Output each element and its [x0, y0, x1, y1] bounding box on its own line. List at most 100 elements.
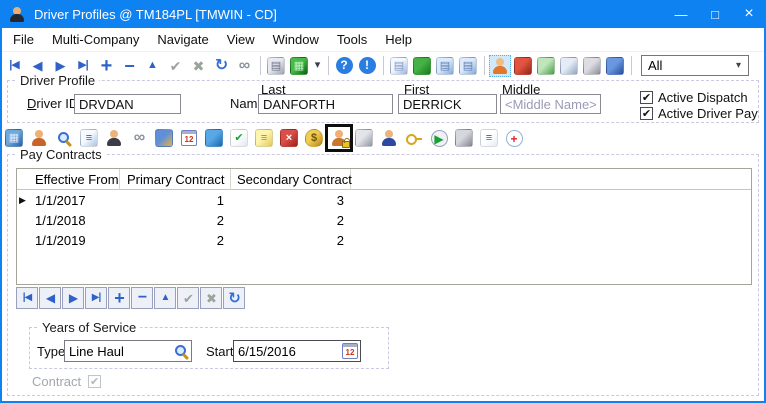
record-filter-dropdown[interactable]: All ▾ [641, 55, 749, 76]
calendar-12-icon[interactable]: 12 [178, 127, 200, 149]
cell-secondary-contract[interactable]: 3 [231, 193, 351, 208]
menu-item-file[interactable]: File [4, 29, 43, 50]
grid-header-primary-contract[interactable]: Primary Contract [120, 169, 231, 190]
delete-record-icon[interactable]: − [118, 55, 140, 77]
horseshoe-icon[interactable] [581, 55, 603, 77]
search-magnifier-icon[interactable] [53, 127, 75, 149]
binoculars-find-icon[interactable]: ∞ [233, 55, 255, 77]
key-icon[interactable] [403, 127, 425, 149]
police-person-icon[interactable] [378, 127, 400, 149]
grid-refresh-button[interactable]: ↻ [223, 287, 245, 309]
minimize-button[interactable]: — [664, 0, 698, 28]
save-record-icon[interactable]: ✔ [164, 55, 186, 77]
about-info-icon[interactable]: ! [356, 55, 378, 77]
main-toolbar: |◀◀▶▶|+−▲✔✖↻∞▤▦▾?!▤▤▤ All ▾ [3, 52, 763, 79]
cell-effective-from[interactable]: 1/1/2019 [27, 233, 120, 248]
table-row[interactable]: 1/1/201922 [17, 230, 751, 250]
trip-notes-icon[interactable]: ≡ [78, 127, 100, 149]
maximize-button[interactable]: □ [698, 0, 732, 28]
menu-item-multi-company[interactable]: Multi-Company [43, 29, 148, 50]
document-check-icon[interactable]: ✔ [228, 127, 250, 149]
report-document-icon[interactable]: ▤ [388, 55, 410, 77]
close-button[interactable]: × [732, 0, 766, 28]
service-type-field[interactable]: Line Haul [64, 340, 192, 362]
pay-contracts-grid[interactable]: Effective From Primary Contract Secondar… [16, 168, 752, 285]
grid-save-button[interactable]: ✔ [177, 287, 199, 309]
horseshoe-glyph [583, 57, 601, 75]
service-type-value: Line Haul [69, 344, 171, 359]
menu-item-tools[interactable]: Tools [328, 29, 376, 50]
courier-person-icon[interactable] [103, 127, 125, 149]
grid-add-record-button[interactable]: + [108, 287, 130, 309]
phone-icon[interactable] [353, 127, 375, 149]
cell-primary-contract[interactable]: 2 [120, 233, 231, 248]
active-dispatch-checkbox-row[interactable]: ✔ Active Dispatch [640, 90, 748, 105]
grid-header-secondary-contract[interactable]: Secondary Contract [231, 169, 351, 190]
middle-name-input[interactable] [500, 94, 601, 114]
service-start-calendar-button[interactable]: 12 [340, 343, 360, 359]
print-icon[interactable]: ▤ [265, 55, 287, 77]
grid-move-up-button[interactable]: ▲ [154, 287, 176, 309]
help-icon[interactable]: ? [333, 55, 355, 77]
driver-security-lock-icon[interactable] [328, 127, 350, 149]
green-book-icon[interactable] [411, 55, 433, 77]
cell-secondary-contract[interactable]: 2 [231, 213, 351, 228]
service-type-lookup-button[interactable] [171, 343, 191, 360]
driver-profile-icon[interactable] [489, 55, 511, 77]
pay-spreadsheet-icon[interactable]: ▦ [3, 127, 25, 149]
first-name-input[interactable] [398, 94, 497, 114]
network-tree-icon[interactable]: × [278, 127, 300, 149]
key-glyph [405, 129, 423, 147]
jug-icon[interactable] [558, 55, 580, 77]
last-name-input[interactable] [258, 94, 393, 114]
active-dispatch-checkbox[interactable]: ✔ [640, 91, 653, 104]
driver-person-icon[interactable] [28, 127, 50, 149]
grid-header-effective-from[interactable]: Effective From [27, 169, 120, 190]
first-aid-icon[interactable]: + [503, 127, 525, 149]
handcuffs-icon[interactable]: ∞ [128, 127, 150, 149]
grid-prev-record-button[interactable]: ◀ [39, 287, 61, 309]
active-dispatch-label: Active Dispatch [658, 90, 748, 105]
calendar-icon: 12 [342, 343, 358, 359]
cell-primary-contract[interactable]: 1 [120, 193, 231, 208]
grid-delete-record-button[interactable]: − [131, 287, 153, 309]
gauge-play-icon[interactable]: ▶ [428, 127, 450, 149]
menu-item-window[interactable]: Window [264, 29, 328, 50]
menu-item-help[interactable]: Help [376, 29, 421, 50]
screen-dropdown-icon[interactable]: ▾ [311, 55, 323, 77]
carrier-truck-icon[interactable] [604, 55, 626, 77]
active-driver-pay-checkbox[interactable]: ✔ [640, 107, 653, 120]
carrier-truck-glyph [606, 57, 624, 75]
table-row[interactable]: 1/1/201822 [17, 210, 751, 230]
money-bag-icon[interactable]: $ [303, 127, 325, 149]
cell-secondary-contract[interactable]: 2 [231, 233, 351, 248]
trailer-plate-icon[interactable] [535, 55, 557, 77]
menu-item-navigate[interactable]: Navigate [148, 29, 217, 50]
grid-cancel-button[interactable]: ✖ [200, 287, 222, 309]
grid-next-record-button[interactable]: ▶ [62, 287, 84, 309]
bucket-icon[interactable] [203, 127, 225, 149]
wrench-icon[interactable] [453, 127, 475, 149]
service-start-field[interactable]: 6/15/2016 12 [233, 340, 361, 362]
cell-primary-contract[interactable]: 2 [120, 213, 231, 228]
driver-id-input[interactable] [74, 94, 181, 114]
pay-transfer-icon[interactable] [153, 127, 175, 149]
grid-first-record-button[interactable]: |◀ [16, 287, 38, 309]
terminal-screen-icon[interactable]: ▦ [288, 55, 310, 77]
move-up-icon[interactable]: ▲ [141, 55, 163, 77]
driver-profile-glyph [491, 57, 509, 75]
refresh-icon[interactable]: ↻ [210, 55, 232, 77]
active-driver-pay-checkbox-row[interactable]: ✔ Active Driver Pay [640, 106, 758, 121]
cell-effective-from[interactable]: 1/1/2017 [27, 193, 120, 208]
grid-last-record-button[interactable]: ▶| [85, 287, 107, 309]
chevron-down-icon: ▾ [736, 60, 741, 71]
table-row[interactable]: ▶1/1/201713 [17, 190, 751, 210]
notepad-icon[interactable]: ≡ [253, 127, 275, 149]
cell-effective-from[interactable]: 1/1/2018 [27, 213, 120, 228]
profile-card-1-icon[interactable]: ▤ [434, 55, 456, 77]
profile-card-2-icon[interactable]: ▤ [457, 55, 479, 77]
menu-item-view[interactable]: View [218, 29, 264, 50]
form-list-icon[interactable]: ≡ [478, 127, 500, 149]
cancel-edit-icon[interactable]: ✖ [187, 55, 209, 77]
tractor-truck-icon[interactable] [512, 55, 534, 77]
